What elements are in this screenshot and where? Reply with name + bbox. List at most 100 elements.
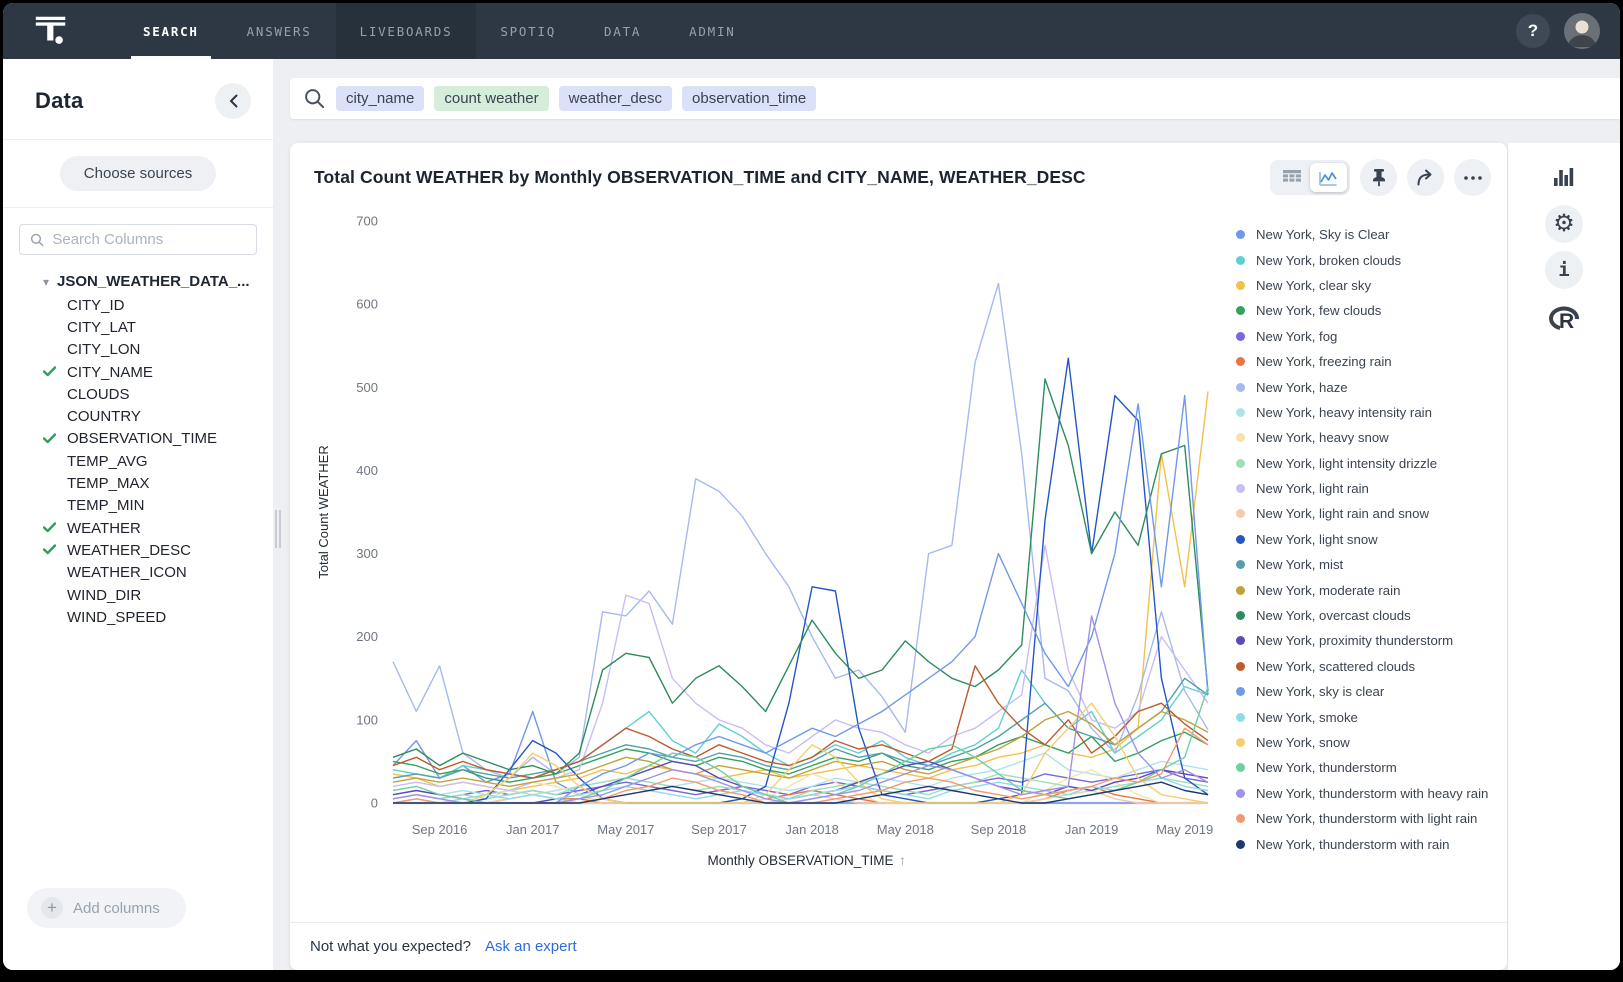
legend-label: New York, proximity thunderstorm bbox=[1256, 633, 1453, 648]
user-avatar[interactable] bbox=[1564, 13, 1600, 49]
chart-series bbox=[393, 770, 1208, 799]
search-token[interactable]: city_name bbox=[336, 86, 424, 111]
table-view-button[interactable] bbox=[1273, 163, 1310, 192]
legend-dot bbox=[1236, 408, 1245, 417]
column-item[interactable]: WIND_DIR bbox=[3, 584, 273, 606]
column-item[interactable]: CITY_ID bbox=[3, 294, 273, 316]
column-item[interactable]: OBSERVATION_TIME bbox=[3, 428, 273, 450]
nav-tab-admin[interactable]: ADMIN bbox=[665, 3, 759, 59]
column-item[interactable]: CLOUDS bbox=[3, 383, 273, 405]
column-name: WIND_DIR bbox=[67, 587, 141, 604]
column-item[interactable]: TEMP_MIN bbox=[3, 495, 273, 517]
legend-dot bbox=[1236, 357, 1245, 366]
column-item[interactable]: COUNTRY bbox=[3, 405, 273, 427]
chart-series bbox=[393, 774, 1208, 799]
legend-item[interactable]: New York, light intensity drizzle bbox=[1236, 451, 1504, 476]
legend-label: New York, Sky is Clear bbox=[1256, 227, 1389, 242]
pin-button[interactable] bbox=[1360, 159, 1397, 196]
choose-sources-button[interactable]: Choose sources bbox=[60, 156, 216, 191]
legend-dot bbox=[1236, 611, 1245, 620]
legend-item[interactable]: New York, freezing rain bbox=[1236, 349, 1504, 374]
nav-tab-data[interactable]: DATA bbox=[580, 3, 665, 59]
column-item[interactable]: WEATHER_DESC bbox=[3, 539, 273, 561]
chart-series bbox=[393, 732, 1208, 782]
column-item[interactable]: WEATHER bbox=[3, 517, 273, 539]
legend-dot bbox=[1236, 256, 1245, 265]
column-name: CITY_NAME bbox=[67, 364, 153, 381]
legend-label: New York, snow bbox=[1256, 735, 1350, 750]
nav-tab-answers[interactable]: ANSWERS bbox=[223, 3, 336, 59]
legend-item[interactable]: New York, thunderstorm with rain bbox=[1236, 831, 1504, 856]
line-chart[interactable]: 0100200300400500600700Total Count WEATHE… bbox=[290, 143, 1230, 888]
ask-expert-link[interactable]: Ask an expert bbox=[485, 938, 577, 955]
legend-item[interactable]: New York, proximity thunderstorm bbox=[1236, 628, 1504, 653]
legend-dot bbox=[1236, 738, 1245, 747]
legend-item[interactable]: New York, Sky is Clear bbox=[1236, 222, 1504, 247]
nav-tab-liveboards[interactable]: LIVEBOARDS bbox=[336, 3, 477, 59]
column-item[interactable]: WIND_SPEED bbox=[3, 606, 273, 628]
legend-item[interactable]: New York, fog bbox=[1236, 324, 1504, 349]
r-analysis-button[interactable]: R bbox=[1544, 297, 1584, 337]
column-item[interactable]: CITY_LAT bbox=[3, 316, 273, 338]
legend-item[interactable]: New York, few clouds bbox=[1236, 298, 1504, 323]
column-item[interactable]: CITY_NAME bbox=[3, 361, 273, 383]
search-token[interactable]: weather_desc bbox=[559, 86, 672, 111]
legend-item[interactable]: New York, scattered clouds bbox=[1236, 654, 1504, 679]
nav-tab-spotiq[interactable]: SPOTIQ bbox=[476, 3, 580, 59]
legend-item[interactable]: New York, heavy intensity rain bbox=[1236, 400, 1504, 425]
legend-item[interactable]: New York, light rain bbox=[1236, 476, 1504, 501]
svg-text:May 2018: May 2018 bbox=[877, 822, 934, 837]
bar-chart-icon bbox=[1553, 166, 1575, 188]
help-button[interactable]: ? bbox=[1516, 14, 1550, 48]
chart-series bbox=[393, 782, 1208, 803]
legend-item[interactable]: New York, light snow bbox=[1236, 527, 1504, 552]
column-item[interactable]: TEMP_MAX bbox=[3, 472, 273, 494]
legend-label: New York, thunderstorm with rain bbox=[1256, 837, 1450, 852]
more-options-button[interactable] bbox=[1454, 159, 1491, 196]
collapse-panel-button[interactable] bbox=[215, 83, 251, 119]
legend-item[interactable]: New York, haze bbox=[1236, 374, 1504, 399]
legend-item[interactable]: New York, snow bbox=[1236, 730, 1504, 755]
legend-item[interactable]: New York, heavy snow bbox=[1236, 425, 1504, 450]
change-visualization-button[interactable] bbox=[1544, 157, 1584, 197]
avatar-image bbox=[1564, 13, 1600, 49]
legend-item[interactable]: New York, mist bbox=[1236, 552, 1504, 577]
main-area: city_name count weather weather_desc observ… bbox=[290, 59, 1620, 970]
legend-dot bbox=[1236, 459, 1245, 468]
share-button[interactable] bbox=[1407, 159, 1444, 196]
column-tree: ▾ JSON_WEATHER_DATA_... CITY_IDCITY_LATC… bbox=[3, 265, 273, 628]
chart-series bbox=[393, 678, 1208, 778]
legend-label: New York, broken clouds bbox=[1256, 253, 1401, 268]
column-item[interactable]: WEATHER_ICON bbox=[3, 562, 273, 584]
legend-item[interactable]: New York, smoke bbox=[1236, 704, 1504, 729]
chart-series bbox=[393, 791, 1208, 804]
panel-resize-handle[interactable] bbox=[274, 507, 282, 551]
thoughtspot-logo[interactable] bbox=[31, 11, 71, 51]
legend-item[interactable]: New York, sky is clear bbox=[1236, 679, 1504, 704]
legend-item[interactable]: New York, overcast clouds bbox=[1236, 603, 1504, 628]
legend-item[interactable]: New York, broken clouds bbox=[1236, 247, 1504, 272]
info-button[interactable]: i bbox=[1545, 251, 1583, 289]
legend-item[interactable]: New York, light rain and snow bbox=[1236, 501, 1504, 526]
table-node[interactable]: ▾ JSON_WEATHER_DATA_... bbox=[3, 271, 273, 294]
svg-text:Sep 2018: Sep 2018 bbox=[971, 822, 1027, 837]
chart-view-button[interactable] bbox=[1310, 163, 1347, 192]
share-arrow-icon bbox=[1416, 169, 1435, 186]
legend-item[interactable]: New York, moderate rain bbox=[1236, 577, 1504, 602]
search-token[interactable]: observation_time bbox=[682, 86, 816, 111]
search-bar[interactable]: city_name count weather weather_desc observ… bbox=[290, 78, 1620, 119]
search-token[interactable]: count weather bbox=[434, 86, 548, 111]
settings-button[interactable]: ⚙ bbox=[1545, 205, 1583, 243]
legend-item[interactable]: New York, thunderstorm with heavy rain bbox=[1236, 781, 1504, 806]
legend-dot bbox=[1236, 662, 1245, 671]
nav-right: ? bbox=[1516, 13, 1600, 49]
legend-item[interactable]: New York, thunderstorm bbox=[1236, 755, 1504, 780]
add-columns-button[interactable]: + Add columns bbox=[27, 888, 186, 928]
column-item[interactable]: TEMP_AVG bbox=[3, 450, 273, 472]
nav-tab-search[interactable]: SEARCH bbox=[119, 3, 223, 59]
search-icon bbox=[304, 88, 325, 109]
legend-item[interactable]: New York, thunderstorm with light rain bbox=[1236, 806, 1504, 831]
column-item[interactable]: CITY_LON bbox=[3, 339, 273, 361]
legend-item[interactable]: New York, clear sky bbox=[1236, 273, 1504, 298]
column-search-input[interactable] bbox=[52, 231, 246, 248]
